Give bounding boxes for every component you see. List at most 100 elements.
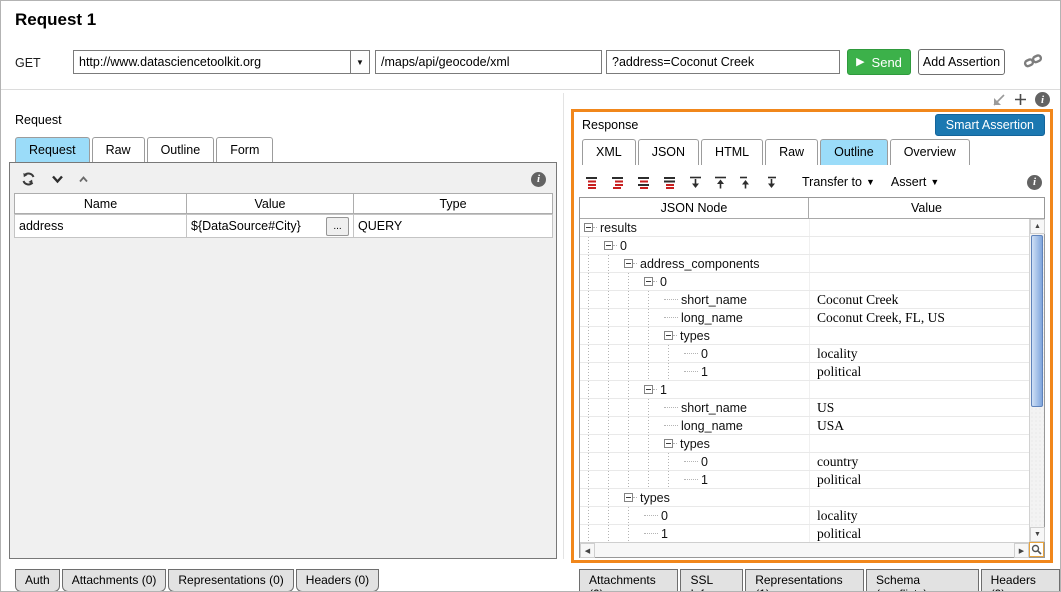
transfer-to-dropdown[interactable]: Transfer to ▼: [802, 175, 875, 189]
expand-three-levels-icon[interactable]: [636, 176, 652, 189]
info-icon[interactable]: i: [1027, 175, 1042, 190]
resize-panel-icon[interactable]: [992, 93, 1006, 107]
response-bottom-tab-ssl-info[interactable]: SSL Info: [680, 569, 743, 592]
request-bottom-tab-auth[interactable]: Auth: [15, 569, 60, 592]
refresh-icon[interactable]: [20, 171, 37, 187]
next-node-icon[interactable]: [763, 176, 778, 189]
collapse-toggle-icon[interactable]: [664, 439, 673, 448]
tree-guide-line: [628, 399, 629, 416]
collapse-toggle-icon[interactable]: [664, 331, 673, 340]
param-value-cell[interactable]: ${DataSource#City} ...: [186, 214, 354, 238]
tree-row[interactable]: address_components: [580, 255, 1029, 273]
tree-connector: [684, 461, 698, 462]
request-bottom-tab-headers-0[interactable]: Headers (0): [296, 569, 379, 592]
tree-row[interactable]: 0: [580, 237, 1029, 255]
tree-guide-line: [588, 291, 589, 308]
response-tab-xml[interactable]: XML: [582, 139, 636, 165]
request-tab-raw[interactable]: Raw: [92, 137, 145, 163]
column-header-name[interactable]: Name: [14, 193, 187, 214]
scroll-down-button[interactable]: ▼: [1030, 527, 1045, 542]
tree-row[interactable]: results: [580, 219, 1029, 237]
tree-row[interactable]: 0: [580, 273, 1029, 291]
tree-row[interactable]: 0locality: [580, 507, 1029, 525]
request-bottom-tab-attachments-0[interactable]: Attachments (0): [62, 569, 167, 592]
expand-one-level-icon[interactable]: [584, 176, 600, 189]
send-button[interactable]: ▶ Send: [847, 49, 911, 75]
smart-assertion-button[interactable]: Smart Assertion: [935, 114, 1045, 136]
tree-row[interactable]: short_nameUS: [580, 399, 1029, 417]
collapse-toggle-icon[interactable]: [624, 259, 633, 268]
tree-row[interactable]: 0country: [580, 453, 1029, 471]
scroll-right-button[interactable]: ▶: [1014, 543, 1029, 558]
tree-row[interactable]: short_nameCoconut Creek: [580, 291, 1029, 309]
response-bottom-tab-schema-conflicts[interactable]: Schema (conflicts): [866, 569, 979, 592]
endpoint-combo[interactable]: http://www.datasciencetoolkit.org ▼: [73, 50, 370, 74]
info-icon[interactable]: i: [1035, 92, 1050, 107]
response-bottom-tab-headers-9[interactable]: Headers (9): [981, 569, 1060, 592]
request-bottom-tab-representations-0[interactable]: Representations (0): [168, 569, 293, 592]
tree-node-label: 0: [698, 455, 708, 469]
horizontal-scrollbar[interactable]: ◀ ▶: [580, 542, 1029, 557]
scroll-up-button[interactable]: ▲: [1030, 219, 1045, 234]
tree-connector: [664, 299, 678, 300]
tree-row[interactable]: long_nameUSA: [580, 417, 1029, 435]
request-tab-form[interactable]: Form: [216, 137, 273, 163]
chevron-down-icon[interactable]: [51, 173, 64, 185]
response-tab-overview[interactable]: Overview: [890, 139, 970, 165]
param-name-cell[interactable]: address: [14, 214, 187, 238]
tree-guide-line: [588, 453, 589, 470]
tree-row[interactable]: 1: [580, 381, 1029, 399]
param-type-cell[interactable]: QUERY: [353, 214, 553, 238]
response-tab-json[interactable]: JSON: [638, 139, 699, 165]
scroll-to-bottom-icon[interactable]: [688, 176, 703, 189]
collapse-toggle-icon[interactable]: [624, 493, 633, 502]
assert-dropdown[interactable]: Assert ▼: [891, 175, 939, 189]
response-bottom-tab-attachments-0[interactable]: Attachments (0): [579, 569, 678, 592]
tree-row[interactable]: types: [580, 489, 1029, 507]
query-params-input[interactable]: [606, 50, 840, 74]
response-bottom-tab-representations-1[interactable]: Representations (1): [745, 569, 864, 592]
tree-row[interactable]: 1political: [580, 363, 1029, 381]
tree-row[interactable]: long_nameCoconut Creek, FL, US: [580, 309, 1029, 327]
table-row[interactable]: address ${DataSource#City} ... QUERY: [14, 214, 553, 238]
tree-guide-line: [588, 363, 589, 380]
request-tab-outline[interactable]: Outline: [147, 137, 215, 163]
previous-node-icon[interactable]: [738, 176, 753, 189]
column-header-json-node[interactable]: JSON Node: [580, 198, 809, 218]
collapse-toggle-icon[interactable]: [644, 385, 653, 394]
collapse-toggle-icon[interactable]: [644, 277, 653, 286]
chevron-up-icon[interactable]: [78, 174, 89, 185]
tree-row[interactable]: types: [580, 435, 1029, 453]
column-header-value[interactable]: Value: [186, 193, 354, 214]
response-tab-raw[interactable]: Raw: [765, 139, 818, 165]
request-tab-request[interactable]: Request: [15, 137, 90, 163]
add-assertion-button[interactable]: Add Assertion: [918, 49, 1005, 75]
tree-guide-line: [608, 489, 609, 506]
tree-row[interactable]: types: [580, 327, 1029, 345]
add-panel-icon[interactable]: [1014, 93, 1027, 106]
chevron-down-icon[interactable]: ▼: [350, 51, 369, 73]
scroll-to-top-icon[interactable]: [713, 176, 728, 189]
panel-splitter[interactable]: [563, 93, 564, 559]
tree-node-value: political: [809, 363, 1029, 380]
response-tab-html[interactable]: HTML: [701, 139, 763, 165]
resource-path-input[interactable]: [375, 50, 602, 74]
edit-value-button[interactable]: ...: [326, 217, 349, 236]
collapse-all-icon[interactable]: [662, 176, 678, 189]
collapse-toggle-icon[interactable]: [604, 241, 613, 250]
expand-two-levels-icon[interactable]: [610, 176, 626, 189]
magnifier-icon[interactable]: [1029, 542, 1044, 557]
response-tab-outline[interactable]: Outline: [820, 139, 888, 165]
vertical-scrollbar[interactable]: ▲ ▼: [1029, 219, 1044, 542]
vertical-scroll-thumb[interactable]: [1031, 235, 1043, 407]
tree-guide-line: [608, 381, 609, 398]
tree-row[interactable]: 0locality: [580, 345, 1029, 363]
tree-row[interactable]: 1political: [580, 525, 1029, 542]
column-header-value[interactable]: Value: [809, 198, 1044, 218]
info-icon[interactable]: i: [531, 172, 546, 187]
tree-row[interactable]: 1political: [580, 471, 1029, 489]
collapse-toggle-icon[interactable]: [584, 223, 593, 232]
link-icon[interactable]: [1023, 52, 1043, 70]
column-header-type[interactable]: Type: [353, 193, 553, 214]
scroll-left-button[interactable]: ◀: [580, 543, 595, 558]
